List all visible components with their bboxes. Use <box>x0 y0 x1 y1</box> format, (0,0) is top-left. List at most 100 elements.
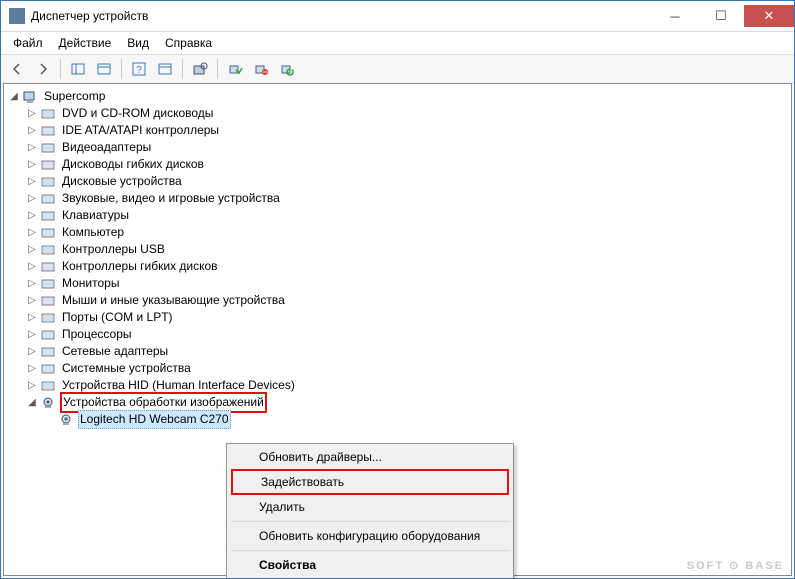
app-icon <box>9 8 25 24</box>
device-category-icon <box>40 123 56 139</box>
scan-hardware-button[interactable] <box>188 57 212 81</box>
tree-category-label: Дисковые устройства <box>60 173 184 190</box>
expand-icon[interactable]: ▷ <box>26 377 38 394</box>
menu-help[interactable]: Справка <box>157 34 220 52</box>
device-category-icon <box>40 259 56 275</box>
update-driver-button[interactable] <box>275 57 299 81</box>
expand-icon[interactable]: ▷ <box>26 190 38 207</box>
separator <box>121 59 122 79</box>
ctx-properties[interactable]: Свойства <box>229 554 511 576</box>
show-hide-tree-button[interactable] <box>66 57 90 81</box>
expand-icon[interactable]: ▷ <box>26 326 38 343</box>
tree-category[interactable]: ▷ Мыши и иные указывающие устройства <box>8 292 791 309</box>
action-button[interactable] <box>153 57 177 81</box>
tree-category-label: IDE ATA/ATAPI контроллеры <box>60 122 221 139</box>
expand-icon[interactable]: ▷ <box>26 360 38 377</box>
tree-category[interactable]: ▷ Видеоадаптеры <box>8 139 791 156</box>
minimize-button[interactable]: ─ <box>652 5 698 27</box>
toolbar: ? <box>1 55 794 84</box>
tree-category[interactable]: ▷Порты (COM и LPT) <box>8 309 791 326</box>
webcam-icon <box>40 395 56 411</box>
tree-category[interactable]: ▷ Системные устройства <box>8 360 791 377</box>
tree-root-label: Supercomp <box>42 88 107 105</box>
expand-icon[interactable]: ▷ <box>26 207 38 224</box>
device-category-icon <box>40 242 56 258</box>
maximize-button[interactable]: ☐ <box>698 5 744 27</box>
device-category-icon <box>40 208 56 224</box>
tree-category-label: Сетевые адаптеры <box>60 343 170 360</box>
expand-icon[interactable]: ▷ <box>26 224 38 241</box>
context-menu: Обновить драйверы... Задействовать Удали… <box>226 443 514 579</box>
menu-action[interactable]: Действие <box>51 34 120 52</box>
expand-icon[interactable]: ▷ <box>26 241 38 258</box>
tree-category-label: Мыши и иные указывающие устройства <box>60 292 287 309</box>
expand-icon[interactable]: ▷ <box>26 309 38 326</box>
collapse-icon[interactable]: ◢ <box>26 394 38 411</box>
help-button[interactable]: ? <box>127 57 151 81</box>
expand-icon[interactable]: ▷ <box>26 156 38 173</box>
device-category-icon <box>40 361 56 377</box>
device-category-icon <box>40 106 56 122</box>
tree-category[interactable]: ▷ Дисковые устройства <box>8 173 791 190</box>
expand-icon[interactable]: ▷ <box>26 258 38 275</box>
separator <box>182 59 183 79</box>
expand-icon[interactable]: ▷ <box>26 122 38 139</box>
expand-icon[interactable]: ▷ <box>26 343 38 360</box>
tree-root[interactable]: ◢ Supercomp <box>8 88 791 105</box>
tree-category[interactable]: ▷ Процессоры <box>8 326 791 343</box>
expand-icon[interactable]: ▷ <box>26 105 38 122</box>
tree-category[interactable]: ▷Дисководы гибких дисков <box>8 156 791 173</box>
expand-icon[interactable]: ▷ <box>26 139 38 156</box>
tree-category-label: Звуковые, видео и игровые устройства <box>60 190 282 207</box>
tree-device-webcam-label: Logitech HD Webcam C270 <box>78 410 231 429</box>
tree-category-label: Мониторы <box>60 275 121 292</box>
ctx-enable[interactable]: Задействовать <box>231 469 509 495</box>
close-button[interactable]: ✕ <box>744 5 794 27</box>
device-category-icon <box>40 276 56 292</box>
separator <box>231 521 509 522</box>
device-category-icon <box>40 174 56 190</box>
tree-category[interactable]: ▷Контроллеры USB <box>8 241 791 258</box>
tree-category[interactable]: ▷ Компьютер <box>8 224 791 241</box>
expand-icon[interactable]: ▷ <box>26 275 38 292</box>
tree-category[interactable]: ▷ Сетевые адаптеры <box>8 343 791 360</box>
tree-category[interactable]: ▷ DVD и CD-ROM дисководы <box>8 105 791 122</box>
tree-category-label: Контроллеры гибких дисков <box>60 258 220 275</box>
tree-category-label: Видеоадаптеры <box>60 139 153 156</box>
menu-view[interactable]: Вид <box>119 34 157 52</box>
tree-category[interactable]: ▷Клавиатуры <box>8 207 791 224</box>
webcam-icon <box>58 412 74 428</box>
back-button[interactable] <box>5 57 29 81</box>
device-category-icon <box>40 140 56 156</box>
tree-category-label: DVD и CD-ROM дисководы <box>60 105 215 122</box>
ctx-update-drivers[interactable]: Обновить драйверы... <box>229 446 511 468</box>
computer-icon <box>22 89 38 105</box>
menu-file[interactable]: Файл <box>5 34 51 52</box>
expand-icon[interactable]: ▷ <box>26 173 38 190</box>
device-category-icon <box>40 327 56 343</box>
separator <box>217 59 218 79</box>
forward-button[interactable] <box>31 57 55 81</box>
device-category-icon <box>40 157 56 173</box>
tree-category-imaging[interactable]: ◢Устройства обработки изображений <box>8 394 791 411</box>
tree-category[interactable]: ▷ Мониторы <box>8 275 791 292</box>
device-category-icon <box>40 293 56 309</box>
tree-category-label: Компьютер <box>60 224 126 241</box>
tree-category-label: Процессоры <box>60 326 134 343</box>
device-category-icon <box>40 344 56 360</box>
watermark: SOFT ⊙ BASE <box>687 559 784 572</box>
uninstall-device-button[interactable] <box>249 57 273 81</box>
tree-device-webcam[interactable]: Logitech HD Webcam C270 <box>8 411 791 428</box>
tree-category[interactable]: ▷ IDE ATA/ATAPI контроллеры <box>8 122 791 139</box>
window-title: Диспетчер устройств <box>31 9 148 23</box>
tree-category[interactable]: ▷ Звуковые, видео и игровые устройства <box>8 190 791 207</box>
enable-device-button[interactable] <box>223 57 247 81</box>
tree-category-label: Системные устройства <box>60 360 193 377</box>
collapse-icon[interactable]: ◢ <box>8 88 20 105</box>
ctx-delete[interactable]: Удалить <box>229 496 511 518</box>
separator <box>231 550 509 551</box>
ctx-scan-hardware[interactable]: Обновить конфигурацию оборудования <box>229 525 511 547</box>
tree-category[interactable]: ▷ Контроллеры гибких дисков <box>8 258 791 275</box>
expand-icon[interactable]: ▷ <box>26 292 38 309</box>
properties-button[interactable] <box>92 57 116 81</box>
